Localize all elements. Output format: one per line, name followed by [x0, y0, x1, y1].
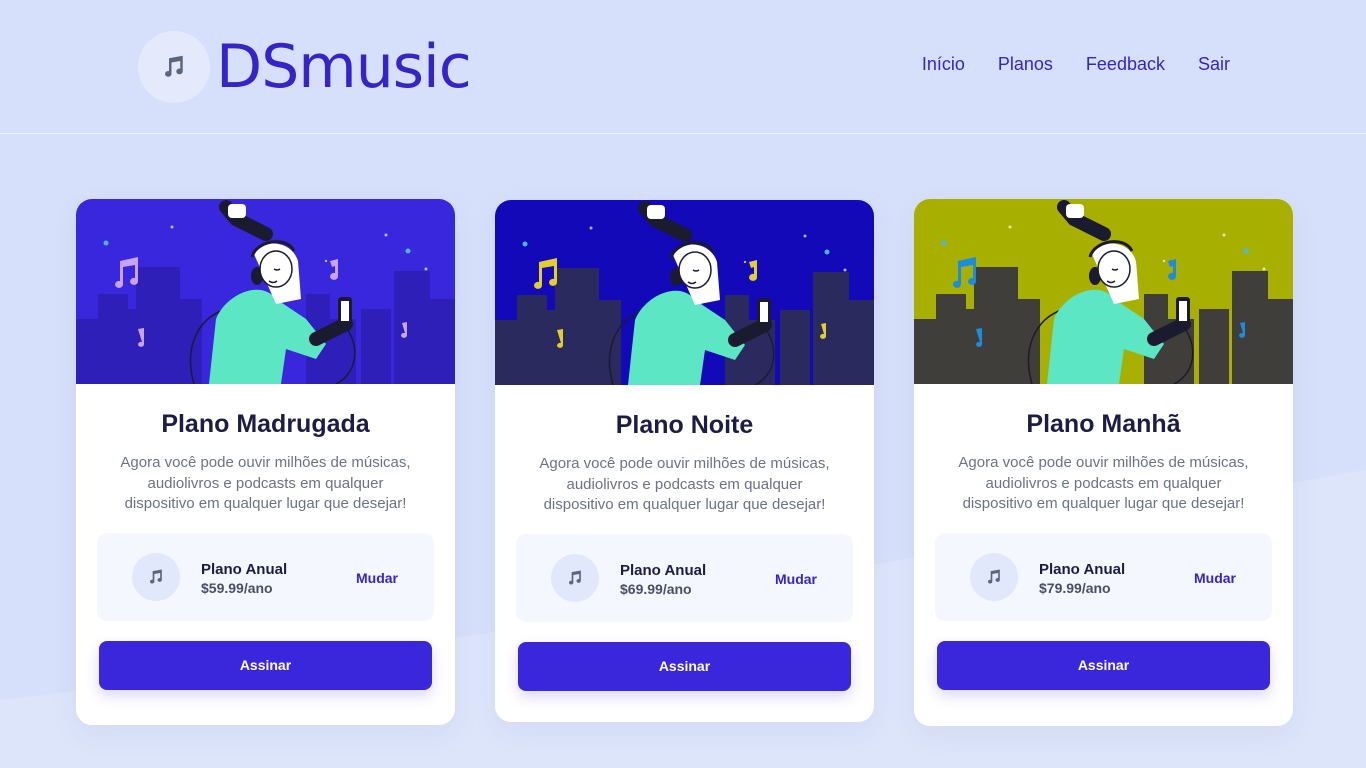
plan-illustration [914, 199, 1293, 384]
music-note-icon [132, 552, 180, 601]
plan-illustration [495, 200, 874, 385]
plan-summary: Plano Anual $79.99/ano Mudar [935, 532, 1272, 621]
plan-title: Plano Noite [615, 411, 754, 439]
brand-logo[interactable]: DSmusic [138, 30, 472, 104]
plan-card-manha: Plano Manhã Agora você pode ouvir milhõe… [914, 199, 1293, 726]
music-note-icon [138, 31, 210, 103]
plan-summary: Plano Anual $69.99/ano Mudar [516, 533, 853, 622]
subscribe-button[interactable]: Assinar [99, 640, 432, 690]
plan-price: $69.99/ano [620, 580, 692, 597]
plan-name: Plano Anual [1039, 560, 1126, 578]
site-header: DSmusic Início Planos Feedback Sair [0, 0, 1366, 134]
card-body: Plano Noite Agora você pode ouvir milhõe… [495, 411, 874, 691]
plan-summary: Plano Anual $59.99/ano Mudar [97, 532, 434, 621]
plan-card-madrugada: Plano Madrugada Agora você pode ouvir mi… [76, 199, 455, 725]
plan-description: Agora você pode ouvir milhões de músicas… [958, 454, 1249, 512]
change-plan-link[interactable]: Mudar [775, 571, 817, 587]
plan-price: $79.99/ano [1039, 579, 1111, 596]
plan-illustration [76, 199, 455, 384]
card-body: Plano Madrugada Agora você pode ouvir mi… [76, 410, 455, 690]
subscribe-button[interactable]: Assinar [937, 640, 1270, 690]
nav-planos[interactable]: Planos [998, 54, 1053, 75]
subscribe-button[interactable]: Assinar [518, 641, 851, 691]
change-plan-link[interactable]: Mudar [1194, 570, 1236, 586]
plan-name: Plano Anual [620, 561, 707, 579]
music-note-icon [551, 553, 599, 602]
plan-name: Plano Anual [201, 560, 288, 578]
plan-title: Plano Manhã [1026, 410, 1181, 438]
brand-name: DSmusic [216, 32, 472, 102]
change-plan-link[interactable]: Mudar [356, 570, 398, 586]
nav-sair[interactable]: Sair [1198, 54, 1230, 75]
music-note-icon [970, 552, 1018, 601]
main-nav: Início Planos Feedback Sair [922, 54, 1230, 75]
plan-description: Agora você pode ouvir milhões de músicas… [120, 454, 411, 512]
plan-price: $59.99/ano [201, 579, 273, 596]
plan-title: Plano Madrugada [161, 410, 370, 438]
plan-card-noite: Plano Noite Agora você pode ouvir milhõe… [495, 200, 874, 722]
plan-description: Agora você pode ouvir milhões de músicas… [539, 455, 830, 513]
nav-inicio[interactable]: Início [922, 54, 965, 75]
nav-feedback[interactable]: Feedback [1086, 54, 1165, 75]
card-body: Plano Manhã Agora você pode ouvir milhõe… [914, 410, 1293, 690]
